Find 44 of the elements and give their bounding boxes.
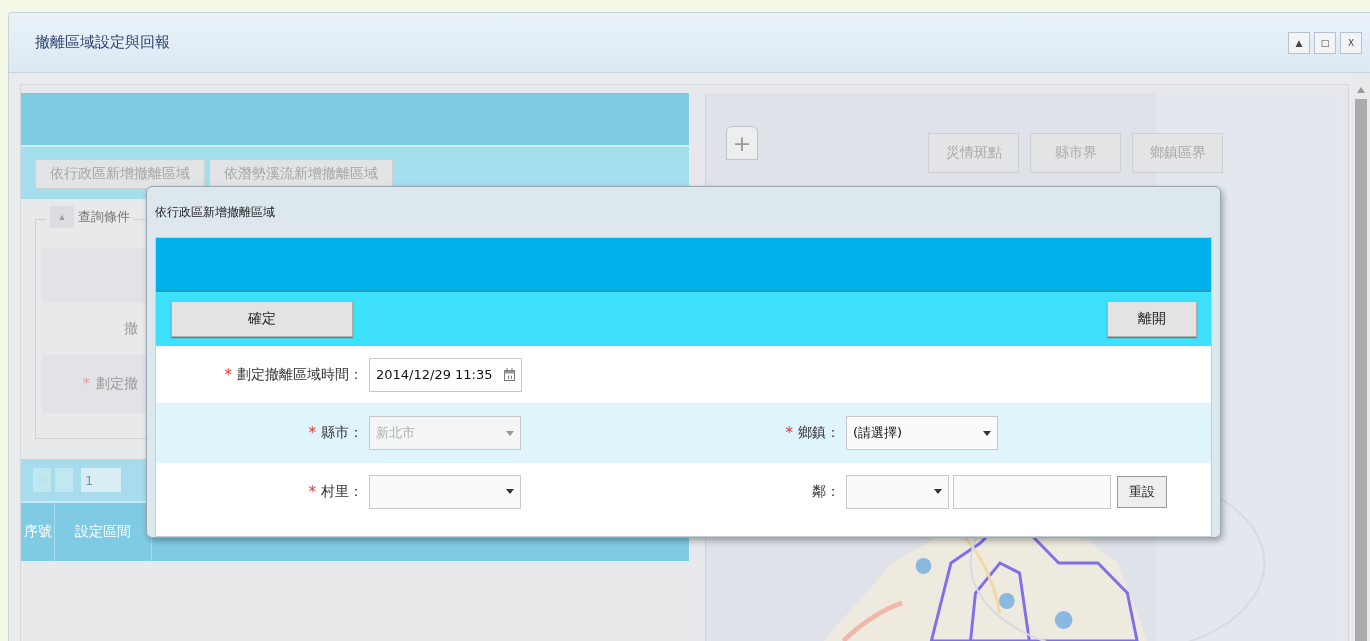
dialog-title: 依行政區新增撤離區域 bbox=[155, 203, 275, 221]
leave-button[interactable]: 離開 bbox=[1107, 301, 1197, 337]
required-mark: * bbox=[224, 365, 232, 384]
window-control-button[interactable]: □ bbox=[1314, 31, 1336, 54]
tool-button[interactable]: 依潛勢溪流新增撤離區域 bbox=[209, 159, 393, 189]
scroll-thumb[interactable] bbox=[1355, 99, 1367, 641]
required-mark: * bbox=[308, 482, 316, 501]
dropdown[interactable]: (請選擇) bbox=[846, 416, 998, 450]
layer-button[interactable]: 鄉鎮區界 bbox=[1132, 133, 1223, 173]
required-mark: * bbox=[785, 424, 793, 442]
calendar-icon[interactable] bbox=[504, 368, 515, 381]
datetime-field[interactable]: 2014/12/29 11:35 bbox=[369, 357, 522, 392]
caret-icon bbox=[983, 430, 991, 436]
page-number-field[interactable]: 1 bbox=[81, 468, 121, 492]
layer-button[interactable]: 縣市界 bbox=[1030, 133, 1121, 173]
required-mark: * bbox=[308, 424, 316, 442]
window-title: 撤離區域設定與回報 bbox=[35, 33, 170, 52]
required-mark: * bbox=[82, 375, 90, 393]
column-header: 序號 bbox=[21, 503, 55, 561]
caret-icon bbox=[506, 430, 514, 436]
first-page-button[interactable] bbox=[33, 468, 51, 492]
text-field[interactable] bbox=[953, 474, 1111, 509]
field-label: 劃定撤離區域時間： bbox=[237, 365, 363, 384]
field-label: 村里： bbox=[321, 482, 363, 501]
window-control-button[interactable]: ▲ bbox=[1288, 31, 1310, 54]
dropdown[interactable] bbox=[846, 474, 949, 509]
previous-page-button[interactable] bbox=[55, 468, 73, 492]
field-label: 鄰： bbox=[812, 482, 840, 501]
caret-icon bbox=[506, 489, 514, 494]
window-control-button[interactable]: X bbox=[1340, 31, 1362, 54]
zoom-in-button[interactable]: + bbox=[726, 126, 758, 160]
tool-button[interactable]: 依行政區新增撤離區域 bbox=[35, 159, 205, 189]
field-label: 縣市： bbox=[321, 424, 363, 442]
layer-button[interactable]: 災情斑點 bbox=[928, 133, 1019, 173]
reset-button[interactable]: 重設 bbox=[1117, 475, 1167, 508]
confirm-button[interactable]: 確定 bbox=[171, 301, 353, 337]
field-label: 撤 bbox=[124, 320, 138, 338]
dropdown[interactable] bbox=[369, 474, 521, 509]
field-label: 鄉鎮： bbox=[798, 424, 840, 442]
fieldset-legend: 查詢條件 bbox=[78, 208, 130, 226]
scroll-up-icon[interactable] bbox=[1357, 87, 1365, 93]
collapse-toggle[interactable]: ▲ bbox=[50, 206, 74, 228]
caret-icon bbox=[934, 489, 942, 494]
field-label: 劃定撤 bbox=[96, 375, 138, 393]
